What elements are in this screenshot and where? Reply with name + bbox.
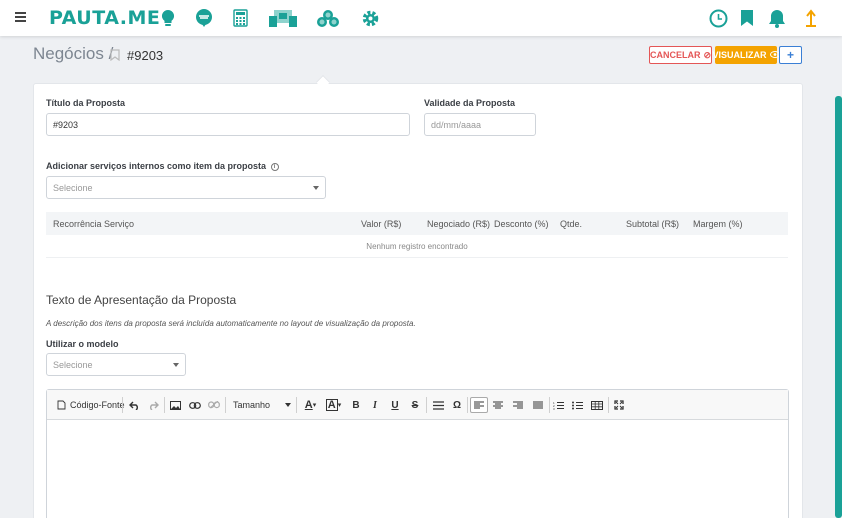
page-title: Negócios /	[33, 44, 114, 63]
page-scrollbar[interactable]	[835, 96, 842, 518]
gear-icon[interactable]	[359, 8, 381, 28]
editor-content-area[interactable]	[47, 420, 788, 518]
column-header[interactable]: Recorrência	[53, 219, 102, 229]
strikethrough-button[interactable]: S	[408, 397, 422, 413]
cancel-button-label: CANCELAR	[649, 50, 701, 60]
font-size-label: Tamanho	[233, 400, 271, 410]
caret-down-icon	[285, 403, 291, 407]
validity-date-input[interactable]: dd/mm/aaaa	[424, 113, 536, 136]
column-header[interactable]: Negociado (R$)	[427, 219, 490, 229]
special-character-button[interactable]: Ω	[450, 397, 464, 413]
link-icon[interactable]	[188, 397, 202, 413]
lightbulb-icon[interactable]	[157, 8, 179, 28]
app-logo[interactable]: PAUTA.ME	[49, 7, 160, 29]
user-icon[interactable]	[800, 8, 822, 28]
top-navbar: PAUTA.ME	[0, 0, 842, 36]
record-id: #9203	[127, 48, 164, 63]
toolbar-separator	[467, 397, 468, 413]
toolbar-separator	[122, 397, 123, 413]
fullscreen-icon[interactable]	[612, 397, 626, 413]
cancel-button[interactable]: CANCELAR ⊘	[649, 46, 712, 64]
column-header[interactable]: Desconto (%)	[494, 219, 549, 229]
toolbar-separator	[164, 397, 165, 413]
file-code-icon	[57, 400, 66, 410]
background-color-icon[interactable]: A ▾	[325, 397, 342, 413]
add-button[interactable]: +	[779, 46, 802, 64]
info-icon[interactable]: i	[270, 162, 279, 171]
italic-button[interactable]: I	[368, 397, 382, 413]
clock-icon[interactable]	[707, 8, 729, 28]
calculator-icon[interactable]	[229, 8, 251, 28]
column-header[interactable]: Qtde.	[560, 219, 582, 229]
menu-icon[interactable]	[15, 12, 26, 23]
font-size-select[interactable]: Tamanho	[233, 397, 291, 413]
ban-icon: ⊘	[703, 49, 712, 60]
bookmark-icon[interactable]	[736, 8, 758, 28]
align-right-icon[interactable]	[511, 397, 525, 413]
svg-text:3: 3	[553, 407, 555, 410]
coins-icon[interactable]	[316, 8, 340, 28]
source-code-button[interactable]: Código-Fonte	[57, 397, 125, 413]
horizontal-line-icon[interactable]	[431, 397, 445, 413]
column-header[interactable]: Margem (%)	[693, 219, 743, 229]
rich-text-editor[interactable]: Código-Fonte Tamanho A ▾ A ▾ B I U S Ω 1…	[46, 389, 789, 518]
view-button[interactable]: VISUALIZAR	[712, 46, 780, 64]
toolbar-separator	[225, 397, 226, 413]
view-button-label: VISUALIZAR	[712, 50, 767, 60]
text-color-icon[interactable]: A ▾	[302, 397, 319, 413]
align-justify-icon[interactable]	[531, 397, 545, 413]
services-table-header: Recorrência Serviço Valor (R$) Negociado…	[46, 212, 788, 235]
internal-services-label-text: Adicionar serviços internos como item da…	[46, 161, 267, 171]
presentation-section-title: Texto de Apresentação da Proposta	[46, 293, 237, 307]
redo-icon[interactable]	[146, 397, 160, 413]
unlink-icon[interactable]	[207, 397, 221, 413]
image-icon[interactable]	[168, 397, 182, 413]
validity-placeholder: dd/mm/aaaa	[431, 119, 482, 130]
table-icon[interactable]	[589, 397, 605, 413]
internal-services-label: Adicionar serviços internos como item da…	[46, 161, 279, 171]
internal-services-select-value: Selecione	[53, 182, 93, 193]
model-select-value: Selecione	[53, 359, 93, 370]
column-header[interactable]: Serviço	[104, 219, 134, 229]
column-header[interactable]: Subtotal (R$)	[626, 219, 679, 229]
undo-icon[interactable]	[127, 397, 141, 413]
bullet-list-icon[interactable]	[570, 397, 584, 413]
column-header[interactable]: Valor (R$)	[361, 219, 401, 229]
numbered-list-icon[interactable]: 123	[551, 397, 565, 413]
align-left-icon[interactable]	[470, 397, 488, 413]
proposal-title-input[interactable]: #9203	[46, 113, 410, 136]
toolbar-separator	[608, 397, 609, 413]
toolbar-separator	[549, 397, 550, 413]
caret-down-icon	[313, 186, 319, 190]
model-label: Utilizar o modelo	[46, 339, 119, 349]
presentation-note: A descrição dos itens da proposta será i…	[46, 319, 416, 328]
dashboard-icon[interactable]	[268, 8, 298, 28]
editor-toolbar: Código-Fonte Tamanho A ▾ A ▾ B I U S Ω 1…	[47, 390, 788, 420]
chat-bubble-icon[interactable]	[193, 8, 215, 28]
bold-button[interactable]: B	[349, 397, 363, 413]
internal-services-select[interactable]: Selecione	[46, 176, 326, 199]
validity-label: Validade da Proposta	[424, 98, 516, 108]
eye-icon	[769, 50, 780, 60]
bookmark-outline-icon[interactable]	[110, 48, 120, 66]
proposal-title-label: Título da Proposta	[46, 98, 126, 108]
table-empty-message: Nenhum registro encontrado	[46, 235, 788, 258]
underline-button[interactable]: U	[388, 397, 402, 413]
align-center-icon[interactable]	[491, 397, 505, 413]
toolbar-separator	[426, 397, 427, 413]
caret-down-icon	[173, 363, 179, 367]
bell-icon[interactable]	[766, 8, 788, 28]
toolbar-separator	[296, 397, 297, 413]
source-code-label: Código-Fonte	[70, 400, 125, 410]
proposal-title-value: #9203	[53, 119, 79, 130]
model-select[interactable]: Selecione	[46, 353, 186, 376]
